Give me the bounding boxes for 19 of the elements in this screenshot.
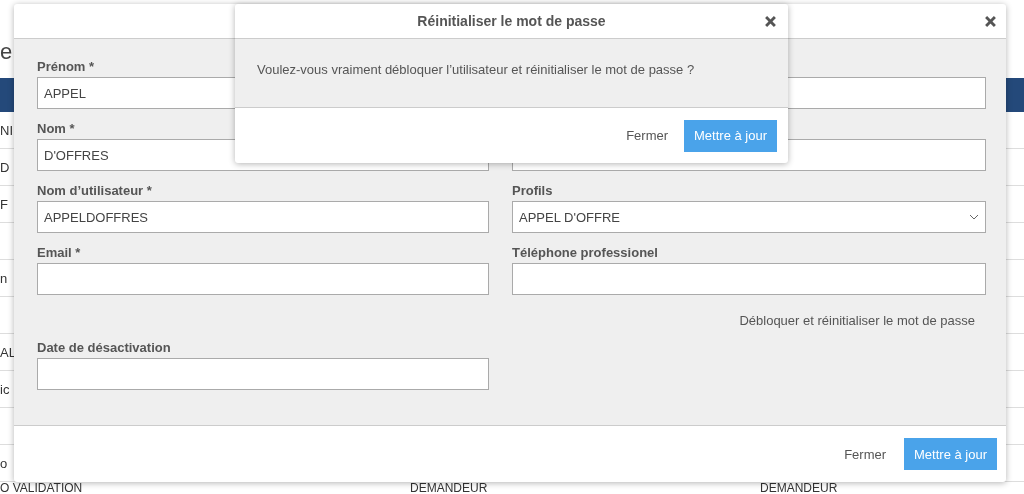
table-cell: O VALIDATION xyxy=(0,482,83,494)
field-label: Nom * xyxy=(37,121,75,136)
table-cell: ic xyxy=(0,381,10,397)
field-label: Nom d’utilisateur * xyxy=(37,183,152,198)
table-cell: n xyxy=(0,270,8,286)
field-label: Profils xyxy=(512,183,553,198)
field-label: Date de désactivation xyxy=(37,340,171,355)
table-cell: F xyxy=(0,196,8,212)
table-cell: o xyxy=(0,455,8,471)
field-label: Email * xyxy=(37,245,81,260)
table-cell: D xyxy=(0,159,10,175)
table-cell: DEMANDEUR xyxy=(760,482,838,494)
table-cell: NI xyxy=(0,122,13,138)
page-heading: e xyxy=(0,38,13,66)
dialog-title: Réinitialiser le mot de passe xyxy=(417,13,606,29)
field-label: Téléphone professionel xyxy=(512,245,658,260)
table-cell: DEMANDEUR xyxy=(410,482,488,494)
field-label: Prénom * xyxy=(37,59,95,74)
confirm-message: Voulez-vous vraiment débloquer l’utilisateur et réinitialiser le mot de passe ? xyxy=(257,62,695,77)
